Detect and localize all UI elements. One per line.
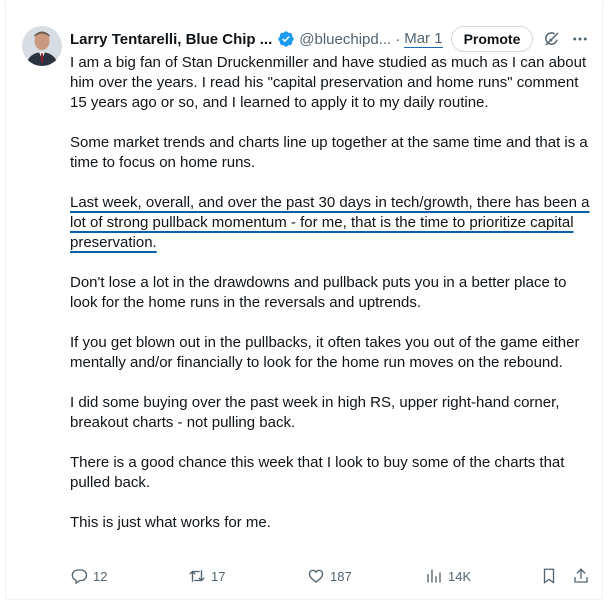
tweet-paragraph: This is just what works for me. bbox=[70, 514, 271, 531]
tweet-paragraph-highlighted: Last week, overall, and over the past 30… bbox=[70, 193, 595, 253]
repost-icon bbox=[189, 570, 205, 582]
author-name[interactable]: Larry Tentarelli, Blue Chip ... bbox=[70, 31, 272, 48]
tweet-paragraph: Don't lose a lot in the drawdowns and pu… bbox=[70, 274, 567, 311]
more-icon[interactable] bbox=[571, 30, 589, 48]
tweet-paragraph: If you get blown out in the pullbacks, i… bbox=[70, 334, 580, 371]
avatar[interactable] bbox=[22, 26, 62, 66]
tweet-paragraph: I did some buying over the past week in … bbox=[70, 394, 560, 431]
tweet-paragraph: Some market trends and charts line up to… bbox=[70, 134, 588, 171]
views-button[interactable]: 14K bbox=[425, 567, 471, 585]
bookmark-button[interactable] bbox=[540, 567, 563, 585]
tweet[interactable]: Larry Tentarelli, Blue Chip ... @bluechi… bbox=[5, 2, 603, 600]
bookmark-icon bbox=[543, 568, 555, 584]
underline-annotation: Last week, overall, and over the past 30… bbox=[70, 194, 590, 251]
reply-button[interactable]: 12 bbox=[70, 567, 107, 585]
views-icon bbox=[427, 569, 441, 583]
share-button[interactable] bbox=[572, 567, 595, 585]
tweet-paragraph: There is a good chance this week that I … bbox=[70, 454, 565, 491]
verified-badge-icon bbox=[277, 30, 295, 48]
tweet-date[interactable]: Mar 1 bbox=[404, 30, 443, 48]
author-handle[interactable]: @bluechipd... bbox=[299, 31, 391, 48]
header-separator: · bbox=[395, 30, 401, 48]
tweet-paragraph: I am a big fan of Stan Druckenmiller and… bbox=[70, 54, 587, 111]
repost-button[interactable]: 17 bbox=[188, 567, 225, 585]
grok-icon[interactable] bbox=[543, 30, 561, 48]
action-bar: 12 17 187 14K bbox=[70, 565, 588, 587]
tweet-header: Larry Tentarelli, Blue Chip ... @bluechi… bbox=[70, 26, 589, 52]
repost-count: 17 bbox=[211, 568, 226, 584]
reply-count: 12 bbox=[93, 568, 108, 584]
like-icon bbox=[308, 569, 324, 583]
like-button[interactable]: 187 bbox=[307, 567, 352, 585]
tweet-text: I am a big fan of Stan Druckenmiller and… bbox=[70, 53, 595, 533]
share-icon bbox=[574, 568, 588, 583]
avatar-image bbox=[22, 26, 62, 66]
like-count: 187 bbox=[330, 568, 352, 584]
views-count: 14K bbox=[448, 568, 472, 584]
promote-button[interactable]: Promote bbox=[450, 26, 534, 52]
reply-icon bbox=[71, 569, 88, 585]
